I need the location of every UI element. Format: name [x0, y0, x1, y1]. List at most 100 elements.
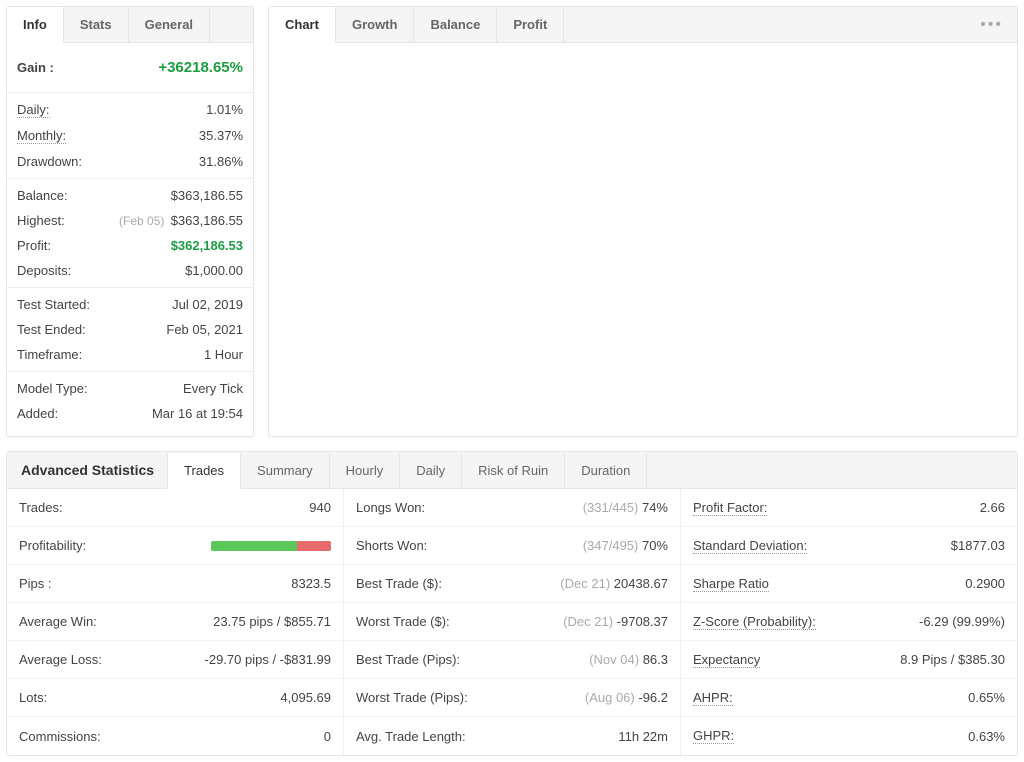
gain-row: Gain : +36218.65% [17, 47, 243, 88]
stat-label: Worst Trade ($): [356, 614, 450, 629]
info-row: Test Ended:Feb 05, 2021 [17, 317, 243, 342]
stat-row: Worst Trade (Pips): (Aug 06) -96.2 [344, 679, 680, 717]
info-row-label: Daily: [17, 102, 50, 118]
tab-balance[interactable]: Balance [414, 7, 497, 42]
info-row-label: Model Type: [17, 381, 88, 396]
stat-label: Average Win: [19, 614, 97, 629]
info-row: Deposits:$1,000.00 [17, 258, 243, 283]
adv-tab-trades[interactable]: Trades [167, 453, 241, 489]
info-row-value: 1 Hour [204, 347, 243, 362]
stat-label: Longs Won: [356, 500, 425, 515]
info-row: Added: Mar 16 at 19:54 [17, 401, 243, 426]
adv-tab-summary[interactable]: Summary [240, 453, 330, 488]
stat-row: Best Trade ($): (Dec 21) 20438.67 [344, 565, 680, 603]
adv-tab-riskofruin[interactable]: Risk of Ruin [461, 453, 565, 488]
stat-row: Average Loss:-29.70 pips / -$831.99 [7, 641, 343, 679]
stat-value: 0.2900 [965, 576, 1005, 591]
advanced-header: Advanced Statistics Trades Summary Hourl… [7, 452, 1017, 489]
stat-label: Z-Score (Probability): [693, 614, 816, 630]
stat-label: Lots: [19, 690, 47, 705]
stat-value: 0 [324, 729, 331, 744]
stat-label: Profitability: [19, 538, 86, 553]
stat-value: 4,095.69 [280, 690, 331, 705]
stat-row: GHPR:0.63% [681, 717, 1017, 755]
info-row-value: Feb 05, 2021 [166, 322, 243, 337]
tab-stats[interactable]: Stats [64, 7, 129, 42]
stat-value: (Aug 06) -96.2 [585, 690, 668, 705]
info-row: Daily:1.01% [17, 97, 243, 123]
stat-value: 11h 22m [618, 729, 668, 744]
info-panel: Info Stats General Gain : +36218.65% Dai… [6, 6, 254, 437]
stat-row: Worst Trade ($): (Dec 21) -9708.37 [344, 603, 680, 641]
adv-tab-duration[interactable]: Duration [564, 453, 647, 488]
tab-general[interactable]: General [129, 7, 210, 42]
info-row-label: Monthly: [17, 128, 66, 144]
stat-muted: (Nov 04) [589, 652, 642, 667]
stat-value: 2.66 [980, 500, 1005, 515]
info-row-date: (Feb 05) [119, 214, 168, 228]
stat-label: Best Trade ($): [356, 576, 442, 591]
stat-label: Sharpe Ratio [693, 576, 769, 592]
gain-value: +36218.65% [158, 59, 243, 76]
adv-col-3: Profit Factor: 2.66 Standard Deviation:$18… [681, 489, 1017, 755]
info-row-value: Every Tick [183, 381, 243, 396]
stat-row: AHPR: 0.65% [681, 679, 1017, 717]
stat-value: 23.75 pips / $855.71 [213, 614, 331, 629]
stat-row: Commissions:0 [7, 717, 343, 755]
advanced-title: Advanced Statistics [7, 452, 168, 488]
info-row: Timeframe: 1 Hour [17, 342, 243, 367]
info-row-value: Mar 16 at 19:54 [152, 406, 243, 421]
stat-label: Pips : [19, 576, 52, 591]
stat-muted: (Dec 21) [563, 614, 616, 629]
stat-row: Sharpe Ratio 0.2900 [681, 565, 1017, 603]
stat-row: Expectancy8.9 Pips / $385.30 [681, 641, 1017, 679]
stat-value: (Dec 21) -9708.37 [563, 614, 668, 629]
stat-label: Profit Factor: [693, 500, 767, 516]
stat-label: Average Loss: [19, 652, 102, 667]
stat-value: 940 [309, 500, 331, 515]
info-row-value: 31.86% [199, 154, 243, 169]
info-tabs: Info Stats General [7, 7, 253, 43]
stat-row: Profitability: [7, 527, 343, 565]
stat-row: Best Trade (Pips):(Nov 04) 86.3 [344, 641, 680, 679]
info-row: Drawdown: 31.86% [17, 149, 243, 174]
tab-growth[interactable]: Growth [336, 7, 415, 42]
stat-value: (347/495) 70% [583, 538, 668, 553]
stat-row: Standard Deviation:$1877.03 [681, 527, 1017, 565]
chart-panel: Chart Growth Balance Profit ••• [268, 6, 1018, 437]
info-row: Profit:$362,186.53 [17, 233, 243, 258]
stat-row: Average Win: 23.75 pips / $855.71 [7, 603, 343, 641]
stat-value: (331/445) 74% [583, 500, 668, 515]
info-row-label: Balance: [17, 188, 68, 203]
stat-row: Pips :8323.5 [7, 565, 343, 603]
stat-label: Worst Trade (Pips): [356, 690, 468, 705]
info-row-label: Drawdown: [17, 154, 82, 169]
stat-muted: (Aug 06) [585, 690, 638, 705]
stat-row: Longs Won: (331/445) 74% [344, 489, 680, 527]
stat-label: AHPR: [693, 690, 733, 706]
tab-profit[interactable]: Profit [497, 7, 564, 42]
adv-tab-daily[interactable]: Daily [399, 453, 462, 488]
tab-chart[interactable]: Chart [269, 7, 336, 43]
adv-tab-hourly[interactable]: Hourly [329, 453, 401, 488]
info-row: Highest:(Feb 05) $363,186.55 [17, 208, 243, 233]
info-row-value: Jul 02, 2019 [172, 297, 243, 312]
stat-row: Avg. Trade Length:11h 22m [344, 717, 680, 755]
info-row-label: Added: [17, 406, 58, 421]
info-row: Model Type: Every Tick [17, 376, 243, 401]
stat-row: Profit Factor: 2.66 [681, 489, 1017, 527]
stat-label: Trades: [19, 500, 63, 515]
stat-label: GHPR: [693, 728, 734, 744]
info-row-label: Timeframe: [17, 347, 82, 362]
more-icon[interactable]: ••• [966, 10, 1017, 40]
stat-value: 0.65% [968, 690, 1005, 705]
stat-muted: (331/445) [583, 500, 642, 515]
info-row-value: $1,000.00 [185, 263, 243, 278]
stat-value: (Dec 21) 20438.67 [560, 576, 668, 591]
stat-label: Expectancy [693, 652, 760, 668]
info-row: Monthly:35.37% [17, 123, 243, 149]
stat-label: Standard Deviation: [693, 538, 807, 554]
tab-info[interactable]: Info [7, 7, 64, 43]
info-row-label: Profit: [17, 238, 51, 253]
stat-value: (Nov 04) 86.3 [589, 652, 668, 667]
